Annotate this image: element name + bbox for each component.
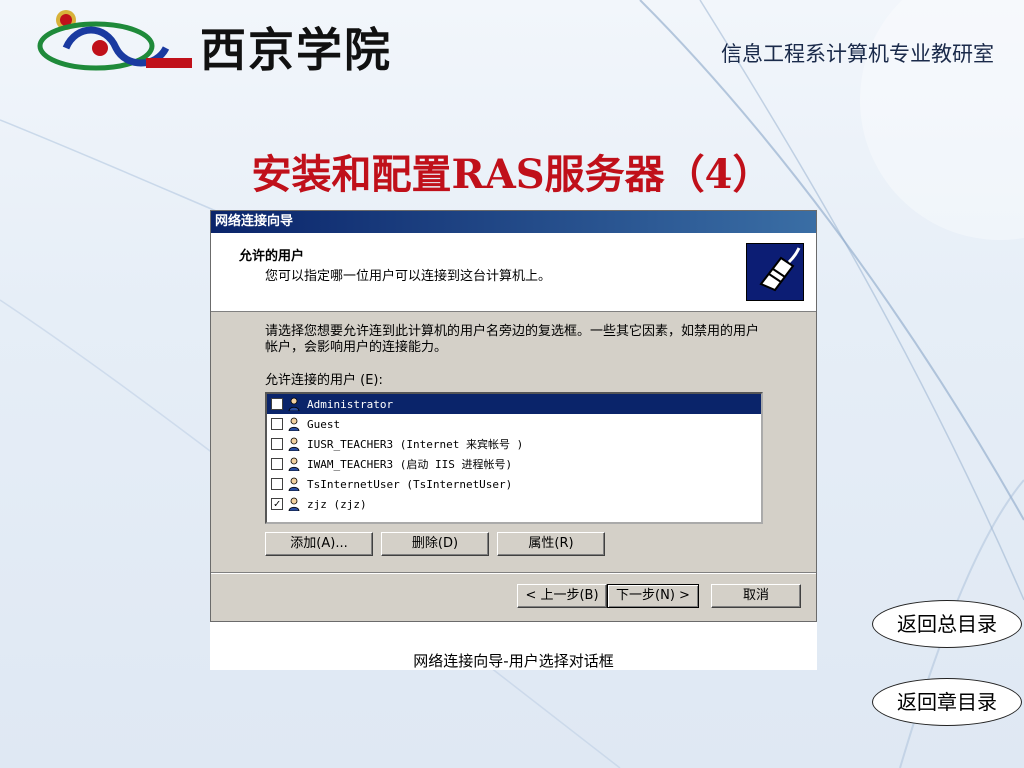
user-row-guest[interactable]: Guest <box>267 414 761 434</box>
caption-area: 网络连接向导-用户选择对话框 <box>210 622 817 670</box>
back-button[interactable]: < 上一步(B) <box>517 584 607 608</box>
user-icon <box>288 477 300 491</box>
network-plug-icon <box>746 243 804 301</box>
school-name: 西京学院 <box>200 23 392 77</box>
back-to-main-toc-button[interactable]: 返回总目录 <box>872 600 1022 648</box>
user-name: IUSR_TEACHER3 (Internet 来宾帐号 ) <box>307 438 524 451</box>
user-icon <box>288 457 300 471</box>
user-checkbox[interactable] <box>271 418 283 430</box>
add-user-button[interactable]: 添加(A)... <box>265 532 373 556</box>
allowed-users-list[interactable]: Administrator Guest IUSR_TEACHER3 (Inter… <box>265 392 763 524</box>
slide-title: 安装和配置RAS服务器（4） <box>251 151 773 198</box>
user-row-tsinternetuser[interactable]: TsInternetUser (TsInternetUser) <box>267 474 761 494</box>
wizard-subheading: 您可以指定哪一位用户可以连接到这台计算机上。 <box>265 269 552 284</box>
user-row-administrator[interactable]: Administrator <box>267 394 761 414</box>
properties-button[interactable]: 属性(R) <box>497 532 605 556</box>
user-name: Guest <box>307 417 341 431</box>
department-label: 信息工程系计算机专业教研室 <box>721 42 994 66</box>
user-checkbox[interactable] <box>271 398 283 410</box>
user-icon <box>288 417 300 431</box>
back-to-chapter-toc-button[interactable]: 返回章目录 <box>872 678 1022 726</box>
button-separator <box>211 572 816 574</box>
next-button[interactable]: 下一步(N) > <box>607 584 699 608</box>
cancel-button[interactable]: 取消 <box>711 584 801 608</box>
user-checkbox[interactable] <box>271 458 283 470</box>
wizard-header: 允许的用户 您可以指定哪一位用户可以连接到这台计算机上。 <box>211 233 816 312</box>
wizard-heading: 允许的用户 <box>239 249 305 264</box>
user-icon <box>288 397 300 411</box>
user-name: IWAM_TEACHER3 (启动 IIS 进程帐号) <box>307 458 513 471</box>
instructions-text: 请选择您想要允许连到此计算机的用户名旁边的复选框。一些其它因素，如禁用的用户帐户… <box>265 324 760 355</box>
allowed-users-label: 允许连接的用户 (E): <box>265 373 383 388</box>
school-logo <box>36 4 196 80</box>
user-name: zjz (zjz) <box>307 497 367 511</box>
user-row-zjz[interactable]: ✓ zjz (zjz) <box>267 494 761 514</box>
delete-user-button[interactable]: 删除(D) <box>381 532 489 556</box>
user-checkbox-checked[interactable]: ✓ <box>271 498 283 510</box>
user-name: Administrator <box>307 397 394 411</box>
user-row-iusr[interactable]: IUSR_TEACHER3 (Internet 来宾帐号 ) <box>267 434 761 454</box>
user-name: TsInternetUser (TsInternetUser) <box>307 477 513 491</box>
network-connection-wizard-dialog: 网络连接向导 允许的用户 您可以指定哪一位用户可以连接到这台计算机上。 请选择您… <box>210 210 817 622</box>
user-icon <box>288 497 300 511</box>
user-checkbox[interactable] <box>271 438 283 450</box>
figure-caption: 网络连接向导-用户选择对话框 <box>413 652 614 670</box>
user-checkbox[interactable] <box>271 478 283 490</box>
user-icon <box>288 437 300 451</box>
user-row-iwam[interactable]: IWAM_TEACHER3 (启动 IIS 进程帐号) <box>267 454 761 474</box>
dialog-titlebar[interactable]: 网络连接向导 <box>211 211 816 233</box>
